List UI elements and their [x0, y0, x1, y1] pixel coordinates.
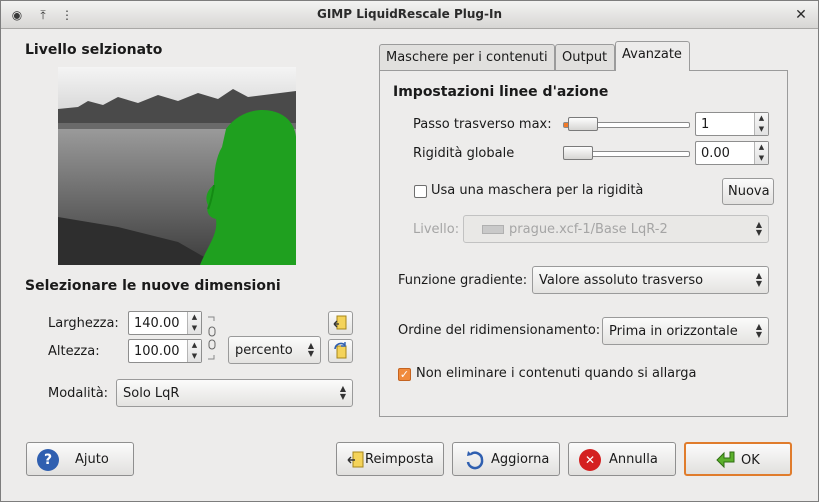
- gradient-select[interactable]: Valore assoluto trasverso ▲ ▼: [532, 266, 769, 294]
- rigidity-knob[interactable]: [563, 146, 593, 160]
- new-size-heading: Selezionare le nuove dimensioni: [25, 278, 281, 294]
- layer-label: Livello:: [413, 222, 460, 237]
- chevron-updown-icon: ▲ ▼: [755, 322, 762, 339]
- refresh-icon: [464, 449, 486, 471]
- cancel-button[interactable]: ✕ Annulla: [568, 442, 676, 476]
- unit-select[interactable]: percento ▲ ▼: [228, 336, 321, 364]
- height-label: Altezza:: [48, 344, 100, 359]
- ok-arrow-icon: [716, 450, 738, 470]
- reset-button[interactable]: Reimposta: [336, 442, 444, 476]
- gradient-label: Funzione gradiente:: [398, 273, 528, 288]
- preview-photo: [58, 67, 296, 265]
- tab-advanced-label[interactable]: Avanzate: [622, 47, 682, 62]
- order-label: Ordine del ridimensionamento:: [398, 323, 601, 338]
- refresh-button-label[interactable]: Aggiorna: [491, 452, 549, 467]
- spin-down-icon[interactable]: ▼: [755, 124, 768, 135]
- selected-layer-heading: Livello selzionato: [25, 42, 163, 58]
- chevron-updown-icon: ▲ ▼: [307, 341, 314, 358]
- mode-select[interactable]: Solo LqR ▲ ▼: [116, 379, 353, 407]
- width-spin-arrows[interactable]: ▲ ▼: [187, 312, 201, 334]
- chevron-updown-icon: ▲ ▼: [339, 384, 346, 401]
- help-button[interactable]: ? Ajuto: [26, 442, 134, 476]
- advanced-panel: Impostazioni linee d'azione Passo trasve…: [379, 70, 788, 417]
- rigidity-value[interactable]: 0.00: [701, 146, 730, 161]
- no-delete-label[interactable]: Non eliminare i contenuti quando si alla…: [416, 366, 696, 381]
- max-step-knob[interactable]: [568, 117, 598, 131]
- chevron-updown-icon: ▲ ▼: [755, 271, 762, 288]
- unit-value[interactable]: percento: [235, 343, 293, 358]
- window-title: GIMP LiquidRescale Plug-In: [316, 7, 502, 21]
- tab-content-masks-label[interactable]: Maschere per i contenuti: [386, 50, 548, 65]
- cancel-icon: ✕: [579, 449, 601, 471]
- height-spinbutton[interactable]: 100.00 ▲ ▼: [128, 339, 202, 363]
- order-select[interactable]: Prima in orizzontale ▲ ▼: [602, 317, 769, 345]
- refresh-size-button[interactable]: [328, 339, 353, 363]
- gradient-value[interactable]: Valore assoluto trasverso: [539, 273, 703, 288]
- rigidity-spin-arrows[interactable]: ▲ ▼: [754, 142, 768, 164]
- tab-content-masks[interactable]: Maschere per i contenuti: [379, 44, 555, 71]
- reset-size-icon: [333, 315, 347, 330]
- ok-button-label[interactable]: OK: [741, 453, 760, 468]
- reset-button-label[interactable]: Reimposta: [365, 452, 434, 467]
- rigidity-mask-label[interactable]: Usa una maschera per la rigidità: [431, 183, 643, 198]
- plugin-dialog: ◉ ⤒ ⋮ GIMP LiquidRescale Plug-In ✕ Livel…: [0, 0, 819, 502]
- refresh-button[interactable]: Aggiorna: [452, 442, 560, 476]
- mode-label: Modalità:: [48, 386, 109, 401]
- rigidity-slider[interactable]: [563, 144, 690, 164]
- help-button-label[interactable]: Ajuto: [75, 452, 109, 467]
- new-mask-button[interactable]: Nuova: [722, 178, 774, 205]
- chevron-updown-icon: ▲ ▼: [755, 220, 762, 237]
- mode-value[interactable]: Solo LqR: [123, 386, 179, 401]
- reset-size-button[interactable]: [328, 311, 353, 335]
- spin-up-icon[interactable]: ▲: [755, 142, 768, 153]
- refresh-size-icon: [334, 342, 347, 359]
- seam-settings-heading: Impostazioni linee d'azione: [393, 84, 609, 100]
- order-value[interactable]: Prima in orizzontale: [609, 324, 738, 339]
- no-delete-checkbox[interactable]: ✓: [398, 368, 411, 381]
- width-spinbutton[interactable]: 140.00 ▲ ▼: [128, 311, 202, 335]
- spin-up-icon[interactable]: ▲: [188, 340, 201, 351]
- tab-output[interactable]: Output: [555, 44, 615, 71]
- rigidity-spinbutton[interactable]: 0.00 ▲ ▼: [695, 141, 769, 165]
- layer-preview-image: [58, 67, 296, 265]
- layer-thumbnail-icon: [482, 225, 504, 234]
- tab-advanced[interactable]: Avanzate: [615, 41, 690, 71]
- title-bar: ◉ ⤒ ⋮ GIMP LiquidRescale Plug-In ✕: [1, 1, 818, 29]
- spin-up-icon[interactable]: ▲: [188, 312, 201, 323]
- max-step-spinbutton[interactable]: 1 ▲ ▼: [695, 112, 769, 136]
- tab-output-label[interactable]: Output: [562, 50, 607, 65]
- rigidity-label: Rigidità globale: [413, 146, 515, 161]
- height-value[interactable]: 100.00: [134, 344, 180, 359]
- max-step-value[interactable]: 1: [701, 117, 709, 132]
- chain-link-icon[interactable]: [206, 315, 218, 361]
- max-step-spin-arrows[interactable]: ▲ ▼: [754, 113, 768, 135]
- cancel-button-label[interactable]: Annulla: [609, 452, 658, 467]
- rigidity-mask-checkbox[interactable]: [414, 185, 427, 198]
- width-value[interactable]: 140.00: [134, 316, 180, 331]
- width-label: Larghezza:: [48, 316, 119, 331]
- layer-value: prague.xcf-1/Base LqR-2: [509, 222, 668, 237]
- ok-button[interactable]: OK: [684, 442, 792, 476]
- spin-up-icon[interactable]: ▲: [755, 113, 768, 124]
- spin-down-icon[interactable]: ▼: [188, 323, 201, 334]
- max-step-label: Passo trasverso max:: [413, 117, 552, 132]
- spin-down-icon[interactable]: ▼: [188, 351, 201, 362]
- new-mask-button-label[interactable]: Nuova: [728, 184, 770, 199]
- reset-icon: [346, 449, 366, 471]
- spin-down-icon[interactable]: ▼: [755, 153, 768, 164]
- close-window-icon[interactable]: ✕: [792, 6, 810, 24]
- max-step-slider[interactable]: [563, 115, 690, 135]
- height-spin-arrows[interactable]: ▲ ▼: [187, 340, 201, 362]
- layer-select: prague.xcf-1/Base LqR-2 ▲ ▼: [463, 215, 769, 243]
- help-icon: ?: [37, 449, 59, 471]
